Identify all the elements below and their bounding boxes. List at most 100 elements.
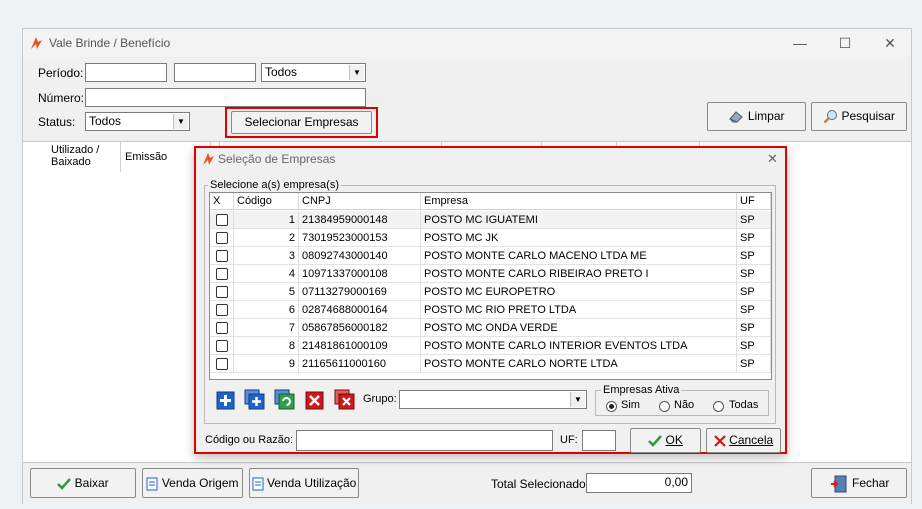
cell-empresa: POSTO MC EUROPETRO (421, 283, 737, 301)
row-checkbox[interactable] (216, 340, 228, 352)
periodo-select-value: Todos (265, 65, 298, 79)
cancel-button-label: Cancela (729, 433, 774, 447)
document-icon (252, 477, 264, 491)
cell-uf: SP (737, 337, 771, 355)
table-row[interactable]: 8 21481861000109 POSTO MONTE CARLO INTERIO… (210, 337, 771, 355)
maximize-button[interactable]: ☐ (833, 33, 857, 53)
cell-empresa: POSTO MC IGUATEMI (421, 211, 737, 229)
numero-input[interactable] (85, 88, 366, 107)
window-title: Vale Brinde / Benefício (49, 36, 171, 50)
status-select-value: Todos (89, 114, 122, 128)
check-icon (57, 477, 72, 490)
clear-button-label: Limpar (747, 109, 785, 123)
table-row[interactable]: 4 10971337000108 POSTO MONTE CARLO RIBEIRA… (210, 265, 771, 283)
uf-input[interactable] (582, 430, 616, 451)
row-checkbox-cell[interactable] (210, 265, 234, 283)
cell-codigo: 2 (234, 229, 299, 247)
radio-todas[interactable] (713, 401, 724, 412)
codigo-razao-input[interactable] (296, 430, 553, 451)
cell-uf: SP (737, 265, 771, 283)
row-checkbox[interactable] (216, 358, 228, 370)
row-checkbox[interactable] (216, 250, 228, 262)
cell-uf: SP (737, 247, 771, 265)
add-all-icon[interactable] (244, 389, 266, 411)
row-checkbox[interactable] (216, 214, 228, 226)
venda-utilizacao-button-label: Venda Utilização (266, 476, 357, 490)
add-icon[interactable] (215, 389, 237, 411)
search-button-label: Pesquisar (841, 109, 895, 123)
periodo-label: Período: (38, 66, 84, 80)
venda-utilizacao-button[interactable]: Venda Utilização (249, 468, 359, 498)
check-icon (648, 434, 663, 447)
cell-codigo: 5 (234, 283, 299, 301)
radio-nao[interactable] (659, 401, 670, 412)
cell-uf: SP (737, 229, 771, 247)
row-checkbox-cell[interactable] (210, 211, 234, 229)
column-header-cnpj[interactable]: CNPJ (299, 193, 421, 210)
venda-origem-button-label: Venda Origem (161, 476, 239, 490)
search-icon (823, 110, 838, 124)
refresh-icon[interactable] (274, 389, 296, 411)
row-checkbox-cell[interactable] (210, 247, 234, 265)
cell-cnpj: 10971337000108 (299, 265, 421, 283)
cell-codigo: 1 (234, 211, 299, 229)
fechar-button[interactable]: Fechar (811, 468, 907, 498)
row-checkbox-cell[interactable] (210, 337, 234, 355)
remove-icon[interactable] (304, 389, 326, 411)
row-checkbox[interactable] (216, 268, 228, 280)
cell-codigo: 3 (234, 247, 299, 265)
column-header-uf[interactable]: UF (737, 193, 771, 210)
search-button[interactable]: Pesquisar (811, 102, 907, 131)
table-row[interactable]: 7 05867856000182 POSTO MC ONDA VERDE SP (210, 319, 771, 337)
grupo-select[interactable]: ▼ (399, 390, 587, 409)
ok-button[interactable]: OK (630, 428, 701, 453)
close-button[interactable]: ✕ (878, 33, 902, 53)
row-checkbox-cell[interactable] (210, 319, 234, 337)
uf-label: UF: (560, 434, 578, 446)
column-header-utilizado[interactable]: Utilizado / Baixado (47, 142, 121, 172)
select-companies-button[interactable]: Selecionar Empresas (231, 111, 372, 134)
cell-cnpj: 05867856000182 (299, 319, 421, 337)
column-header-x[interactable]: X (210, 193, 234, 210)
venda-origem-button[interactable]: Venda Origem (142, 468, 243, 498)
periodo-select[interactable]: Todos ▼ (261, 63, 366, 82)
cell-cnpj: 21481861000109 (299, 337, 421, 355)
cell-uf: SP (737, 283, 771, 301)
minimize-button[interactable]: — (788, 33, 812, 53)
column-header-empresa[interactable]: Empresa (421, 193, 737, 210)
cell-empresa: POSTO MC ONDA VERDE (421, 319, 737, 337)
cell-cnpj: 08092743000140 (299, 247, 421, 265)
row-checkbox[interactable] (216, 304, 228, 316)
row-checkbox-cell[interactable] (210, 283, 234, 301)
clear-button[interactable]: Limpar (707, 102, 806, 131)
company-table[interactable]: X Código CNPJ Empresa UF 1 21384959000148… (209, 192, 772, 380)
chevron-down-icon: ▼ (349, 65, 364, 80)
baixar-button[interactable]: Baixar (30, 468, 136, 498)
table-row[interactable]: 5 07113279000169 POSTO MC EUROPETRO SP (210, 283, 771, 301)
table-row[interactable]: 3 08092743000140 POSTO MONTE CARLO MACENO … (210, 247, 771, 265)
column-header-codigo[interactable]: Código (234, 193, 299, 210)
numero-label: Número: (38, 91, 85, 105)
document-icon (146, 477, 158, 491)
row-checkbox-cell[interactable] (210, 355, 234, 373)
table-row[interactable]: 6 02874688000164 POSTO MC RIO PRETO LTDA SP (210, 301, 771, 319)
dialog-close-button[interactable]: ✕ (767, 151, 778, 167)
row-checkbox-cell[interactable] (210, 229, 234, 247)
remove-all-icon[interactable] (334, 389, 356, 411)
app-logo-icon (203, 153, 214, 165)
cancel-button[interactable]: Cancela (706, 428, 781, 453)
cell-codigo: 4 (234, 265, 299, 283)
periodo-start-input[interactable] (85, 63, 167, 82)
table-row[interactable]: 1 21384959000148 POSTO MC IGUATEMI SP (210, 211, 771, 229)
eraser-icon (729, 111, 744, 123)
row-checkbox[interactable] (216, 286, 228, 298)
table-row[interactable]: 2 73019523000153 POSTO MC JK SP (210, 229, 771, 247)
radio-sim[interactable] (606, 401, 617, 412)
row-checkbox[interactable] (216, 232, 228, 244)
periodo-end-input[interactable] (174, 63, 256, 82)
row-checkbox[interactable] (216, 322, 228, 334)
row-checkbox-cell[interactable] (210, 301, 234, 319)
fechar-button-label: Fechar (851, 476, 890, 490)
status-select[interactable]: Todos ▼ (85, 112, 190, 131)
table-row[interactable]: 9 21165611000160 POSTO MONTE CARLO NORTE L… (210, 355, 771, 373)
